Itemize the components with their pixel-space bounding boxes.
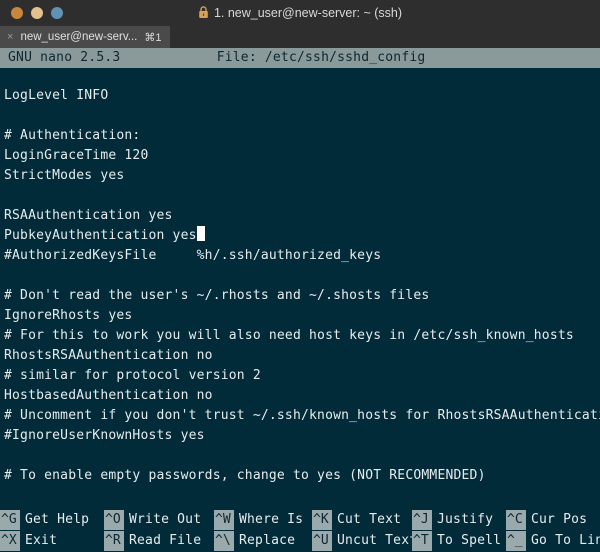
- shortcut-item-replace[interactable]: ^\ Replace: [214, 530, 312, 551]
- tab-shortcut-label: ⌘1: [144, 31, 162, 44]
- editor-line: # similar for protocol version 2: [4, 368, 261, 383]
- shortcut-item-read-file[interactable]: ^R Read File: [104, 530, 214, 551]
- shortcut-key: ^G: [0, 509, 20, 530]
- shortcut-item-exit[interactable]: ^X Exit: [0, 530, 104, 551]
- shortcut-key: ^C: [506, 509, 526, 530]
- editor-line: #AuthorizedKeysFile %h/.ssh/authorized_k…: [4, 248, 382, 263]
- shortcut-label: Cur Pos: [531, 511, 588, 527]
- editor-line: # For this to work you will also need ho…: [4, 328, 574, 343]
- window-title-group: 1. new_user@new-server: ~ (ssh): [0, 0, 600, 26]
- text-cursor: [196, 226, 205, 241]
- editor-line: # Don't read the user's ~/.rhosts and ~/…: [4, 288, 430, 303]
- shortcut-column: ^O Write Out ^R Read File: [104, 508, 214, 552]
- tab-bar: × new_user@new-serv... ⌘1: [0, 26, 600, 48]
- shortcut-key: ^R: [104, 530, 124, 551]
- maximize-window-button[interactable]: [51, 7, 63, 19]
- shortcut-label: Justify: [437, 511, 494, 527]
- shortcut-label: Cut Text: [337, 511, 402, 527]
- shortcut-item-write-out[interactable]: ^O Write Out: [104, 509, 214, 530]
- shortcut-label: Where Is: [239, 511, 304, 527]
- editor-line: PubkeyAuthentication yes: [4, 226, 596, 246]
- shortcut-item-cur-pos[interactable]: ^C Cur Pos: [506, 509, 600, 530]
- shortcut-key: ^K: [312, 509, 332, 530]
- shortcut-column: ^G Get Help ^X Exit: [0, 508, 104, 552]
- shortcut-item-uncut-text[interactable]: ^U Uncut Text: [312, 530, 417, 551]
- traffic-light-group: [0, 7, 63, 19]
- shortcut-item-where-is[interactable]: ^W Where Is: [214, 509, 312, 530]
- shortcut-item-get-help[interactable]: ^G Get Help: [0, 509, 104, 530]
- shortcut-label: Write Out: [129, 511, 202, 527]
- editor-line: LogLevel INFO: [4, 88, 109, 103]
- shortcut-column: ^W Where Is ^\ Replace: [214, 508, 312, 552]
- terminal-window: 1. new_user@new-server: ~ (ssh) × new_us…: [0, 0, 600, 552]
- shortcut-column: ^C Cur Pos ^_ Go To Line: [506, 508, 600, 552]
- editor-line-text: PubkeyAuthentication yes: [4, 228, 197, 243]
- lock-icon: [198, 4, 209, 23]
- editor-line: StrictModes yes: [4, 168, 125, 183]
- nano-header-bar: GNU nano 2.5.3 File: /etc/ssh/sshd_confi…: [0, 48, 600, 68]
- shortcut-key: ^X: [0, 530, 20, 551]
- window-titlebar[interactable]: 1. new_user@new-server: ~ (ssh): [0, 0, 600, 26]
- shortcut-label: To Spell: [437, 532, 502, 548]
- shortcut-label: Exit: [25, 532, 58, 548]
- shortcut-item-to-spell[interactable]: ^T To Spell: [412, 530, 506, 551]
- shortcut-key: ^\: [214, 530, 234, 551]
- nano-editor-area[interactable]: LogLevel INFO # Authentication: LoginGrace…: [0, 68, 600, 507]
- window-title: 1. new_user@new-server: ~ (ssh): [213, 6, 403, 20]
- shortcut-key: ^W: [214, 509, 234, 530]
- shortcut-item-go-to-line[interactable]: ^_ Go To Line: [506, 530, 600, 551]
- minimize-window-button[interactable]: [31, 7, 43, 19]
- tab-session-1[interactable]: × new_user@new-serv... ⌘1: [0, 26, 171, 48]
- editor-line: #IgnoreUserKnownHosts yes: [4, 428, 205, 443]
- shortcut-key: ^J: [412, 509, 432, 530]
- shortcut-item-justify[interactable]: ^J Justify: [412, 509, 506, 530]
- shortcut-key: ^O: [104, 509, 124, 530]
- shortcut-label: Uncut Text: [337, 532, 418, 548]
- shortcut-column: ^J Justify ^T To Spell: [412, 508, 506, 552]
- editor-line: RhostsRSAAuthentication no: [4, 348, 213, 363]
- shortcut-label: Read File: [129, 532, 202, 548]
- shortcut-label: Go To Line: [531, 532, 600, 548]
- editor-line: # To enable empty passwords, change to y…: [4, 468, 486, 483]
- close-icon[interactable]: ×: [7, 31, 13, 43]
- terminal-content[interactable]: GNU nano 2.5.3 File: /etc/ssh/sshd_confi…: [0, 48, 600, 552]
- editor-line: RSAAuthentication yes: [4, 208, 173, 223]
- shortcut-column: ^K Cut Text ^U Uncut Text: [312, 508, 417, 552]
- editor-line: # Uncomment if you don't trust ~/.ssh/kn…: [4, 408, 600, 423]
- editor-line: # Authentication:: [4, 128, 141, 143]
- editor-line: HostbasedAuthentication no: [4, 388, 213, 403]
- shortcut-item-cut-text[interactable]: ^K Cut Text: [312, 509, 412, 530]
- editor-top-spacer: [4, 68, 596, 86]
- shortcut-key: ^_: [506, 530, 526, 551]
- nano-shortcut-bar: ^G Get Help ^X Exit ^O Write Out ^R Read File ^W…: [0, 507, 600, 552]
- close-window-button[interactable]: [11, 7, 23, 19]
- editor-line: IgnoreRhosts yes: [4, 308, 133, 323]
- editor-line: LoginGraceTime 120: [4, 148, 149, 163]
- editor-line-list: LogLevel INFO # Authentication: LoginGrace…: [4, 86, 600, 486]
- shortcut-label: Get Help: [25, 511, 90, 527]
- shortcut-key: ^U: [312, 530, 332, 551]
- shortcut-label: Replace: [239, 532, 296, 548]
- shortcut-key: ^T: [412, 530, 432, 551]
- tab-label: new_user@new-serv...: [20, 31, 138, 43]
